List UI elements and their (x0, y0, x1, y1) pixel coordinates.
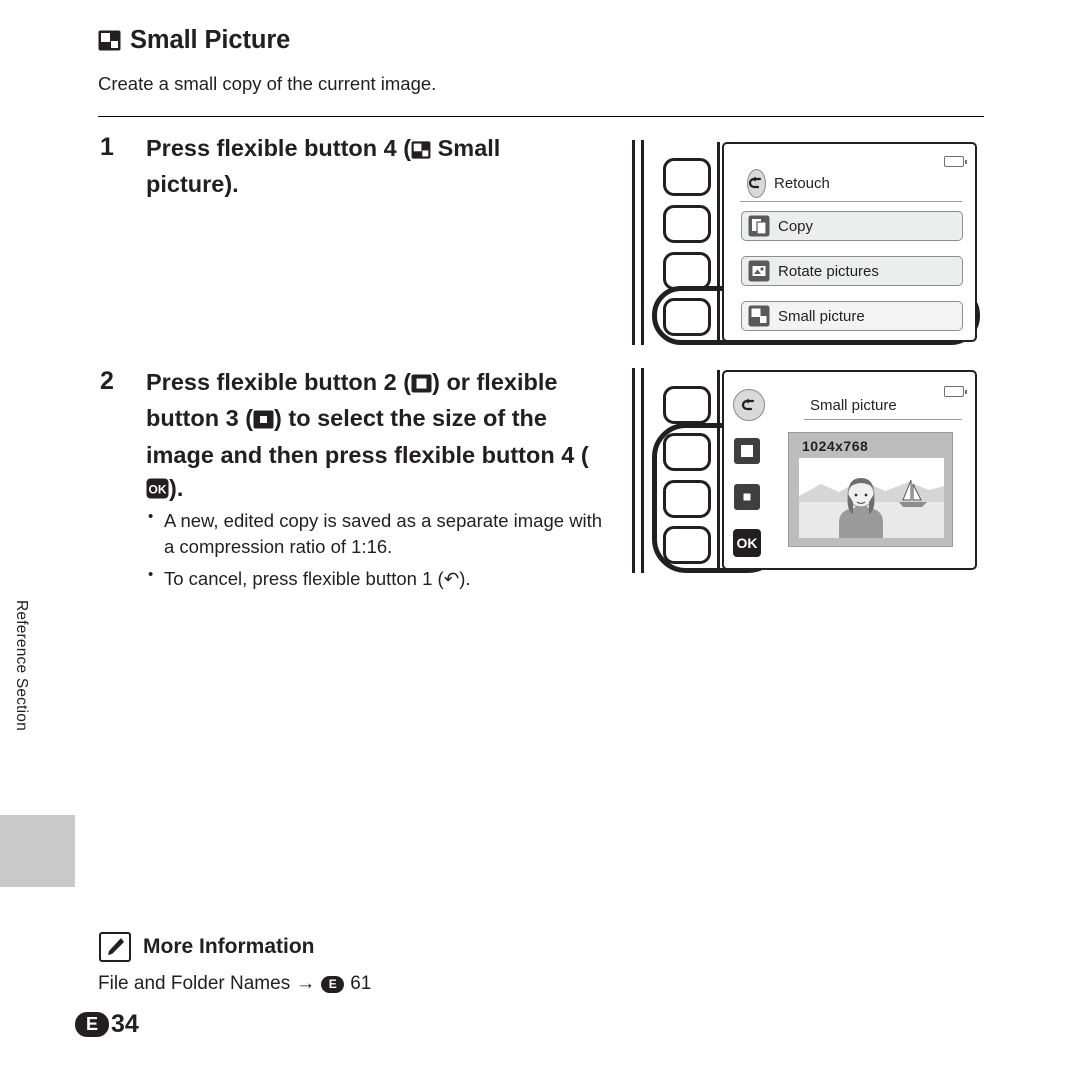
step-2-text: Press flexible button 2 () or flexible b… (146, 366, 601, 508)
step-2-bullet-2: To cancel, press flexible button 1 (↶). (146, 565, 616, 592)
flexible-button-2[interactable] (663, 205, 711, 243)
menu-label-copy: Copy (778, 217, 814, 235)
more-information-title: More Information (143, 935, 315, 958)
camera-illustration-1: Retouch Copy Rotate pictures Small pictu… (630, 140, 985, 345)
menu-label-rotate-pictures: Rotate pictures (778, 262, 879, 280)
title-divider (98, 116, 984, 117)
more-information-link[interactable]: File and Folder Names → E 61 (98, 973, 371, 995)
page-title-row: Small Picture (98, 26, 290, 55)
page-number-value: 34 (111, 1010, 139, 1038)
page-subtitle: Create a small copy of the current image… (98, 73, 437, 94)
menu-label-retouch: Retouch (774, 174, 830, 192)
photo-preview: 1024x768 (788, 432, 953, 547)
camera-screen-2: Small picture OK 1024x768 (722, 370, 977, 570)
ok-icon: OK (146, 475, 169, 508)
step-1-text: Press flexible button 4 ( Small picture)… (146, 132, 566, 202)
step-1-number: 1 (100, 133, 114, 161)
small-picture-icon (748, 305, 770, 327)
camera-body-edge-outer (632, 368, 635, 573)
more-information-header: More Information (99, 932, 315, 962)
battery-icon (944, 386, 967, 397)
e-badge-icon: E (75, 1012, 109, 1037)
flexible-button-1[interactable] (663, 386, 711, 424)
back-arrow-icon[interactable] (733, 389, 765, 421)
photo-thumbnail (799, 458, 944, 538)
step-2-text-part1: Press flexible button 2 ( (146, 369, 412, 395)
e-badge-icon: E (321, 975, 345, 993)
camera-screen-1: Retouch Copy Rotate pictures Small pictu… (722, 142, 977, 342)
screen-2-title: Small picture (810, 397, 897, 414)
large-square-icon[interactable] (734, 438, 760, 464)
camera-body-edge-outer (632, 140, 635, 345)
page-number: E 34 (75, 1010, 139, 1039)
side-tab-block (0, 815, 75, 887)
page-title: Small Picture (130, 26, 291, 54)
more-information-link-text: File and Folder Names (98, 973, 291, 994)
step-2-number: 2 (100, 367, 114, 395)
more-information-page-ref: 61 (350, 973, 372, 994)
back-arrow-icon (747, 168, 766, 198)
copy-icon (748, 215, 770, 237)
arrow-icon: → (296, 973, 316, 994)
menu-row-copy[interactable]: Copy (741, 211, 963, 241)
step-1-text-before: Press flexible button 4 ( (146, 135, 412, 161)
menu-row-retouch: Retouch (741, 168, 830, 198)
flexible-button-1[interactable] (663, 158, 711, 196)
small-picture-icon (98, 30, 121, 51)
flexible-button-3[interactable] (663, 252, 711, 290)
menu-label-small-picture: Small picture (778, 307, 865, 325)
page-root: Reference Section Small Picture Create a… (0, 0, 1080, 1080)
small-square-icon[interactable] (734, 484, 760, 510)
battery-icon (944, 156, 967, 167)
step-2-bullets: A new, edited copy is saved as a separat… (146, 507, 616, 599)
resolution-label: 1024x768 (802, 438, 869, 454)
rotate-pictures-icon (748, 260, 770, 282)
step-2-bullet-1: A new, edited copy is saved as a separat… (146, 507, 616, 559)
screen-2-title-underline (804, 419, 962, 420)
pencil-icon (99, 932, 131, 962)
menu-row-rotate-pictures[interactable]: Rotate pictures (741, 256, 963, 286)
large-square-icon (411, 369, 432, 402)
camera-illustration-2: Small picture OK 1024x768 (630, 368, 985, 573)
menu-divider (740, 201, 962, 202)
small-square-icon (253, 405, 274, 438)
svg-text:OK: OK (149, 483, 167, 497)
ok-icon[interactable]: OK (733, 529, 761, 557)
side-tab-label: Reference Section (13, 600, 30, 731)
step-2-text-part4: ). (169, 475, 184, 502)
camera-body-edge-inner (641, 368, 644, 573)
menu-row-small-picture[interactable]: Small picture (741, 301, 963, 331)
small-picture-icon (411, 135, 431, 168)
camera-body-edge-inner (641, 140, 644, 345)
